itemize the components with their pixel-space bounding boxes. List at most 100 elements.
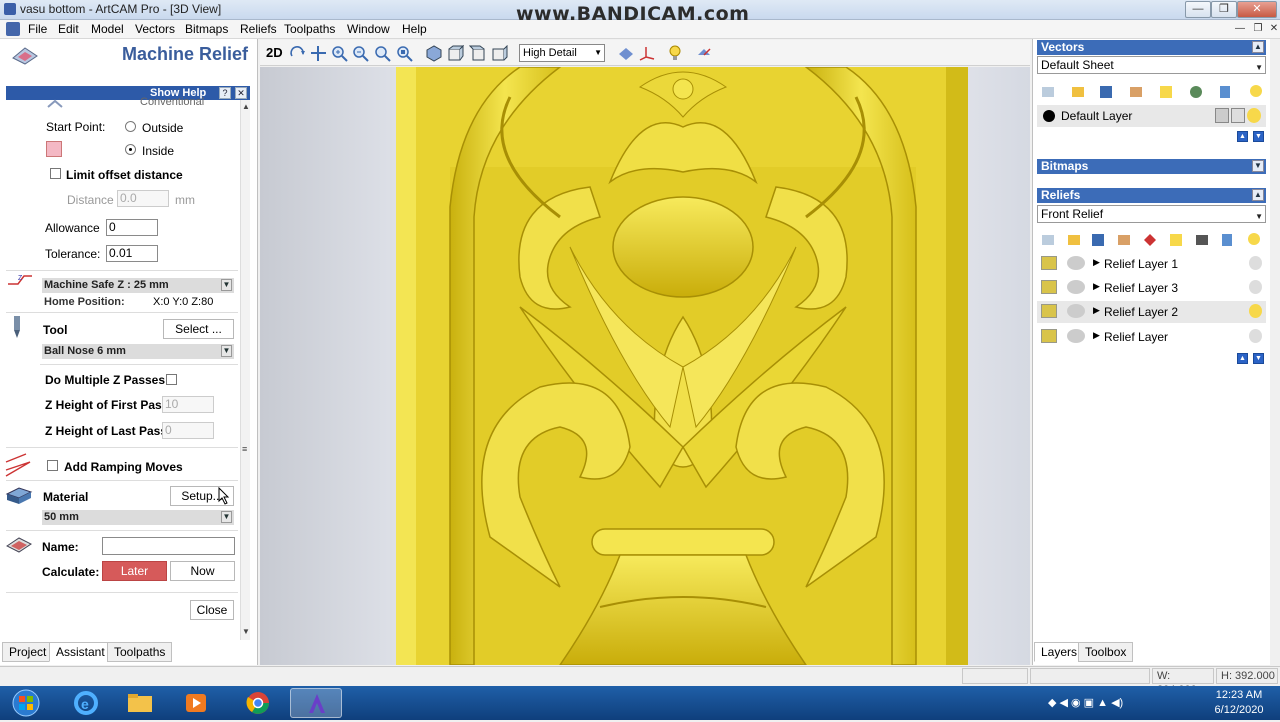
mdi-restore-button[interactable]: ❐ (1250, 22, 1266, 36)
menu-edit[interactable]: Edit (58, 22, 79, 36)
move-down-icon[interactable]: ▼ (1253, 353, 1264, 364)
tolerance-input[interactable]: 0.01 (106, 245, 158, 262)
tab-assistant[interactable]: Assistant (49, 642, 112, 662)
expand-arrow-icon[interactable]: ▶ (1093, 281, 1100, 292)
move-down-icon[interactable]: ▼ (1253, 131, 1264, 142)
tab-layers[interactable]: Layers (1034, 642, 1085, 662)
safe-z-bar[interactable]: Machine Safe Z : 25 mm ▼ (42, 278, 234, 293)
relief-layer-row[interactable]: ▶ Relief Layer 3 (1037, 277, 1266, 299)
view-left-icon[interactable] (468, 45, 486, 62)
distance-input[interactable]: 0.0 (117, 190, 169, 207)
view-2d-button[interactable]: 2D (266, 45, 283, 60)
tab-toolpaths[interactable]: Toolpaths (107, 642, 173, 662)
expand-arrow-icon[interactable]: ▶ (1093, 305, 1100, 316)
zoom-in-icon[interactable] (331, 45, 348, 62)
vector-sheet-select[interactable]: Default Sheet ▼ (1037, 56, 1266, 74)
move-up-icon[interactable]: ▲ (1237, 353, 1248, 364)
calculate-later-button[interactable]: Later (102, 561, 167, 581)
zoom-out-icon[interactable] (352, 45, 369, 62)
visibility-bulb-icon[interactable] (1249, 256, 1262, 270)
z-last-input[interactable]: 0 (162, 422, 214, 439)
expand-arrow-icon[interactable]: ▶ (1093, 330, 1100, 341)
vector-layer-row[interactable]: Default Layer (1037, 105, 1266, 127)
taskbar-time[interactable]: 12:23 AM (1204, 689, 1274, 701)
layer-color-icon[interactable] (1043, 110, 1055, 122)
chrome-icon[interactable] (232, 688, 284, 718)
mdi-close-button[interactable]: ✕ (1266, 22, 1280, 36)
menu-model[interactable]: Model (91, 22, 124, 36)
show-help-bar[interactable] (6, 86, 250, 100)
menu-file[interactable]: File (28, 22, 47, 36)
view-iso-icon[interactable] (425, 45, 442, 62)
bitmaps-header[interactable]: Bitmaps ▼ (1037, 159, 1266, 174)
visibility-bulb-icon[interactable] (1249, 329, 1262, 343)
internet-explorer-icon[interactable]: e (60, 688, 112, 718)
material-dropdown-icon[interactable]: ▼ (221, 511, 232, 523)
zoom-fit-icon[interactable] (396, 45, 413, 62)
tool-select-button[interactable]: Select ... (163, 319, 234, 339)
rotate-icon[interactable] (289, 45, 306, 62)
help-close-button[interactable]: ✕ (235, 87, 247, 99)
start-point-outside-radio[interactable] (125, 121, 136, 132)
tab-toolbox[interactable]: Toolbox (1078, 642, 1134, 662)
multiple-z-checkbox[interactable] (166, 374, 177, 385)
start-point-inside-radio[interactable] (125, 144, 136, 155)
render-icon[interactable] (696, 45, 713, 62)
left-panel-scrollbar[interactable] (240, 100, 250, 640)
relief-layer-row-selected[interactable]: ▶ Relief Layer 2 (1037, 301, 1266, 323)
menu-help[interactable]: Help (402, 22, 427, 36)
axis-icon[interactable] (638, 45, 655, 62)
maximize-button[interactable]: ❐ (1211, 1, 1237, 18)
file-explorer-icon[interactable] (114, 688, 166, 718)
tab-project[interactable]: Project (2, 642, 54, 662)
close-window-button[interactable]: ✕ (1237, 1, 1277, 18)
menu-toolpaths[interactable]: Toolpaths (284, 22, 335, 36)
lock-icon[interactable] (1215, 108, 1229, 123)
relief-layer-row[interactable]: ▶ Relief Layer 1 (1037, 253, 1266, 275)
toolpath-name-input[interactable] (102, 537, 235, 555)
scroll-up-icon[interactable]: ▲ (242, 102, 250, 111)
document-icon[interactable] (6, 22, 20, 36)
minimize-button[interactable]: — (1185, 1, 1211, 18)
edit-icon[interactable] (1231, 108, 1245, 123)
menu-reliefs[interactable]: Reliefs (240, 22, 277, 36)
expand-icon[interactable]: ▼ (1252, 160, 1264, 172)
taskbar-date[interactable]: 6/12/2020 (1204, 704, 1274, 716)
view-right-icon[interactable] (491, 44, 508, 62)
ramping-checkbox[interactable] (47, 460, 58, 471)
shade-icon[interactable] (617, 45, 634, 62)
system-tray-icons[interactable]: ◆ ◀ ◉ ▣ ▲ ◀) (1048, 696, 1148, 709)
start-button[interactable] (6, 688, 46, 718)
allowance-input[interactable]: 0 (106, 219, 158, 236)
menu-window[interactable]: Window (347, 22, 390, 36)
move-up-icon[interactable]: ▲ (1237, 131, 1248, 142)
help-question-button[interactable]: ? (219, 87, 231, 99)
start-point-outside-label[interactable]: Outside (142, 121, 183, 135)
scroll-down-icon[interactable]: ▼ (242, 627, 250, 636)
media-player-icon[interactable] (170, 688, 222, 718)
pan-icon[interactable] (310, 45, 327, 62)
visibility-bulb-on-icon[interactable] (1249, 304, 1262, 318)
menu-bitmaps[interactable]: Bitmaps (185, 22, 228, 36)
limit-offset-checkbox[interactable] (50, 168, 61, 179)
reliefs-header[interactable]: Reliefs ▲ (1037, 188, 1266, 203)
tool-dropdown-icon[interactable]: ▼ (221, 345, 232, 357)
close-button[interactable]: Close (190, 600, 234, 620)
combine-mode-icon[interactable] (1067, 329, 1085, 343)
z-first-input[interactable]: 10 (162, 396, 214, 413)
artcam-taskbar-icon[interactable] (290, 688, 342, 718)
3d-view-viewport[interactable] (260, 67, 1030, 665)
collapse-icon[interactable]: ▲ (1252, 41, 1264, 53)
light-bulb-icon[interactable] (1247, 108, 1261, 123)
detail-level-select[interactable]: High Detail ▼ (519, 44, 605, 62)
combine-mode-icon[interactable] (1067, 304, 1085, 318)
view-front-icon[interactable] (447, 44, 465, 62)
relief-select[interactable]: Front Relief ▼ (1037, 205, 1266, 223)
vectors-header[interactable]: Vectors ▲ (1037, 40, 1266, 55)
collapse-icon[interactable]: ▲ (1252, 189, 1264, 201)
start-point-inside-label[interactable]: Inside (142, 144, 174, 158)
artcam-app-icon[interactable] (4, 3, 16, 15)
safe-z-dropdown-icon[interactable]: ▼ (221, 279, 232, 291)
relief-layer-row[interactable]: ▶ Relief Layer (1037, 326, 1266, 348)
combine-mode-icon[interactable] (1067, 256, 1085, 270)
